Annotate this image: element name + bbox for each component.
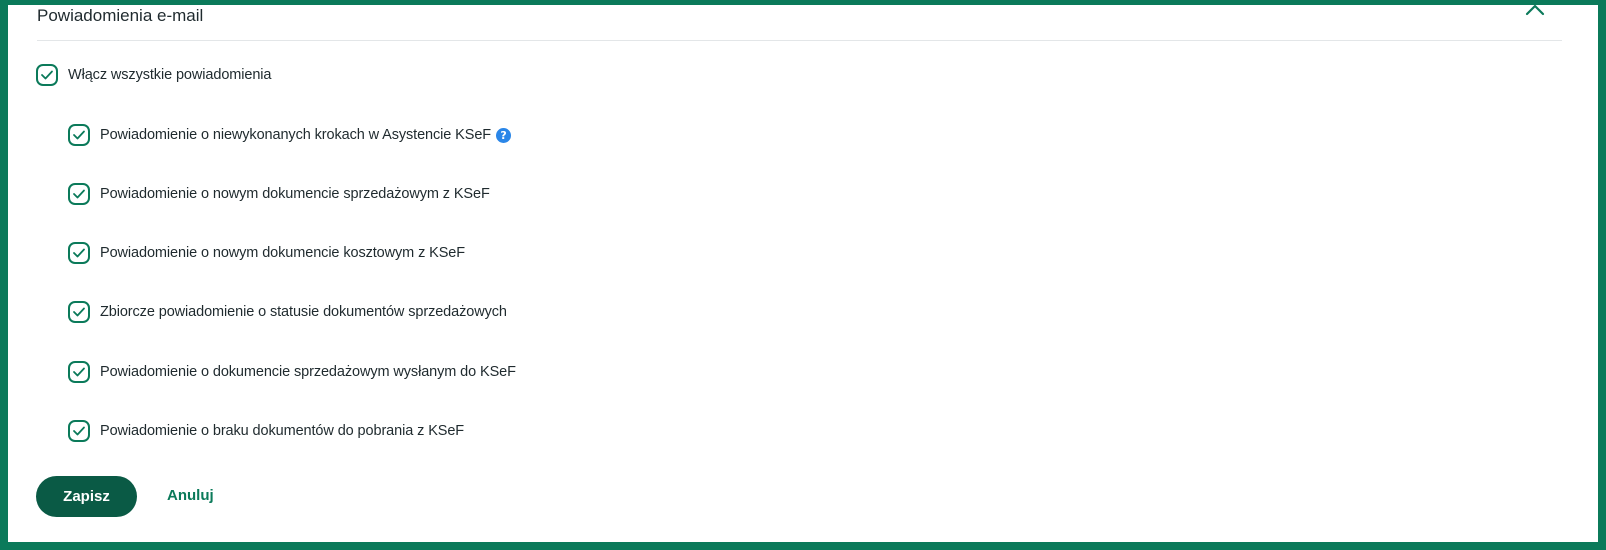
checkmark-icon	[73, 248, 85, 258]
notification-checkbox[interactable]	[68, 420, 90, 442]
notification-row-steps-assistant[interactable]: Powiadomienie o niewykonanych krokach w …	[68, 121, 512, 149]
notification-label: Powiadomienie o braku dokumentów do pobr…	[100, 423, 465, 439]
divider	[37, 40, 1562, 41]
checkmark-icon	[73, 307, 85, 317]
panel-title: Powiadomienia e-mail	[37, 6, 204, 25]
notification-row-sales-status-summary[interactable]: Zbiorcze powiadomienie o statusie dokume…	[68, 298, 507, 326]
notification-label: Powiadomienie o niewykonanych krokach w …	[100, 127, 492, 143]
checkmark-icon	[41, 70, 53, 80]
notification-checkbox[interactable]	[68, 183, 90, 205]
enable-all-label: Włącz wszystkie powiadomienia	[68, 67, 272, 83]
notification-row-new-cost-document[interactable]: Powiadomienie o nowym dokumencie kosztow…	[68, 239, 465, 267]
notifications-panel: Powiadomienia e-mail Włącz wszystkie pow…	[0, 0, 1606, 550]
help-icon[interactable]: ?	[496, 127, 512, 143]
enable-all-checkbox[interactable]	[36, 64, 58, 86]
collapse-button[interactable]	[1522, 1, 1548, 19]
chevron-up-icon	[1525, 4, 1545, 16]
notification-label: Powiadomienie o nowym dokumencie kosztow…	[100, 245, 466, 261]
notification-row-new-sales-document[interactable]: Powiadomienie o nowym dokumencie sprzeda…	[68, 180, 490, 208]
checkmark-icon	[73, 426, 85, 436]
enable-all-notifications-row[interactable]: Włącz wszystkie powiadomienia	[36, 61, 272, 89]
cancel-link[interactable]: Anuluj	[167, 486, 214, 506]
notification-checkbox[interactable]	[68, 301, 90, 323]
notification-checkbox[interactable]	[68, 361, 90, 383]
save-button[interactable]: Zapisz	[36, 476, 137, 517]
notification-checkbox[interactable]	[68, 124, 90, 146]
notification-checkbox[interactable]	[68, 242, 90, 264]
notification-label: Powiadomienie o nowym dokumencie sprzeda…	[100, 186, 490, 202]
notification-row-no-documents[interactable]: Powiadomienie o braku dokumentów do pobr…	[68, 417, 464, 445]
notification-label: Powiadomienie o dokumencie sprzedażowym …	[100, 364, 516, 380]
checkmark-icon	[73, 367, 85, 377]
checkmark-icon	[73, 189, 85, 199]
notification-label: Zbiorcze powiadomienie o statusie dokume…	[100, 304, 507, 320]
checkmark-icon	[73, 130, 85, 140]
notification-row-sales-document-sent[interactable]: Powiadomienie o dokumencie sprzedażowym …	[68, 358, 516, 386]
